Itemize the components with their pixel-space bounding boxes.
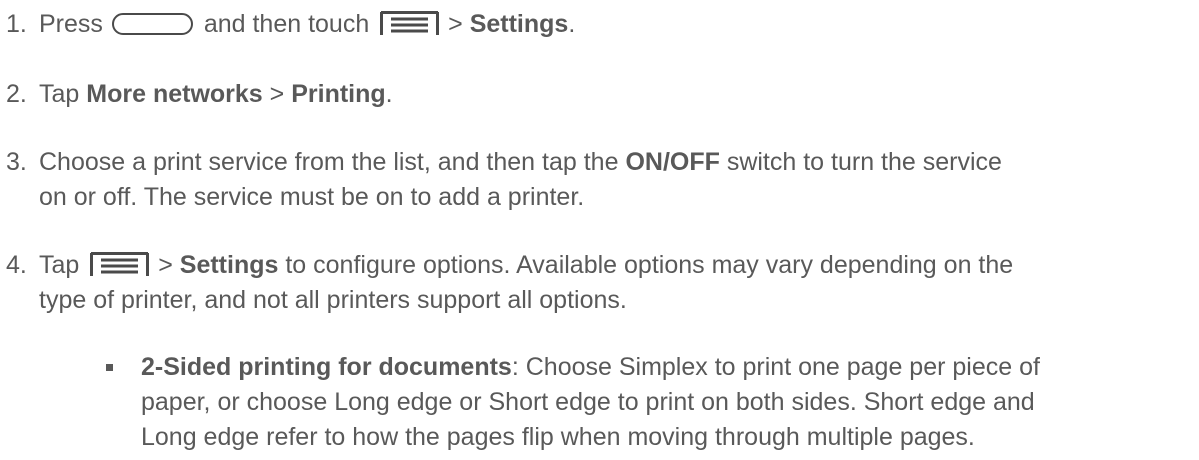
menu-key-icon xyxy=(380,11,440,36)
step-1: 1. Press and then touch > Settings. xyxy=(6,7,1196,42)
bullet-square-icon xyxy=(106,364,113,371)
step-3: 3. Choose a print service from the list,… xyxy=(6,145,1196,215)
bullet-text-part: : Choose Simplex to print one page per p… xyxy=(511,353,1040,381)
gt-separator: > xyxy=(269,80,285,108)
step-number: 4. xyxy=(6,251,27,279)
period: . xyxy=(568,10,576,38)
printing-label: Printing xyxy=(291,80,386,108)
menu-key-icon xyxy=(90,252,150,277)
settings-label: Settings xyxy=(179,251,279,279)
bullet-text: 2-Sided printing for documents: Choose S… xyxy=(141,350,1191,455)
step-number: 2. xyxy=(6,80,27,108)
step-text-part: Choose a print service from the list, an… xyxy=(39,148,619,176)
gt-separator: > xyxy=(158,251,173,279)
step-text: Choose a print service from the list, an… xyxy=(39,145,1189,215)
step-line: type of printer, and not all printers su… xyxy=(39,286,627,314)
more-networks-label: More networks xyxy=(86,80,263,108)
bullet-term: 2-Sided printing for documents xyxy=(141,353,512,381)
step-number: 1. xyxy=(6,10,27,38)
step-text: Tap More networks > Printing. xyxy=(39,77,1189,112)
step-line: Choose a print service from the list, an… xyxy=(39,145,1189,180)
settings-label: Settings xyxy=(469,10,569,38)
step-number: 3. xyxy=(6,148,27,176)
step-word-tap: Tap xyxy=(39,80,80,108)
step-text-part: switch to turn the service xyxy=(726,148,1002,176)
period: . xyxy=(385,80,393,108)
step-word-press: Press xyxy=(39,10,103,38)
step-line: Tap > Settings to configure options. Ava… xyxy=(39,248,1189,283)
onoff-label: ON/OFF xyxy=(625,148,720,176)
step-text: Press and then touch > Settings. xyxy=(39,7,1189,42)
bullet-line: 2-Sided printing for documents: Choose S… xyxy=(141,350,1191,385)
step-2: 2. Tap More networks > Printing. xyxy=(6,77,1196,112)
step-connector-text: and then touch xyxy=(203,10,370,38)
step-text-part: to configure options. Available options … xyxy=(285,251,1014,279)
bullet-line: Long edge refer to how the pages flip wh… xyxy=(141,423,975,451)
step-line: on or off. The service must be on to add… xyxy=(39,183,585,211)
bullet-item: 2-Sided printing for documents: Choose S… xyxy=(106,350,1196,455)
bullet-line: paper, or choose Long edge or Short edge… xyxy=(141,388,1035,416)
step-word-tap: Tap xyxy=(39,251,80,279)
gt-separator: > xyxy=(448,10,463,38)
home-key-icon xyxy=(111,13,193,35)
step-text: Tap > Settings to configure options. Ava… xyxy=(39,248,1189,318)
step-4: 4. Tap > Settings to configure options. … xyxy=(6,248,1196,318)
